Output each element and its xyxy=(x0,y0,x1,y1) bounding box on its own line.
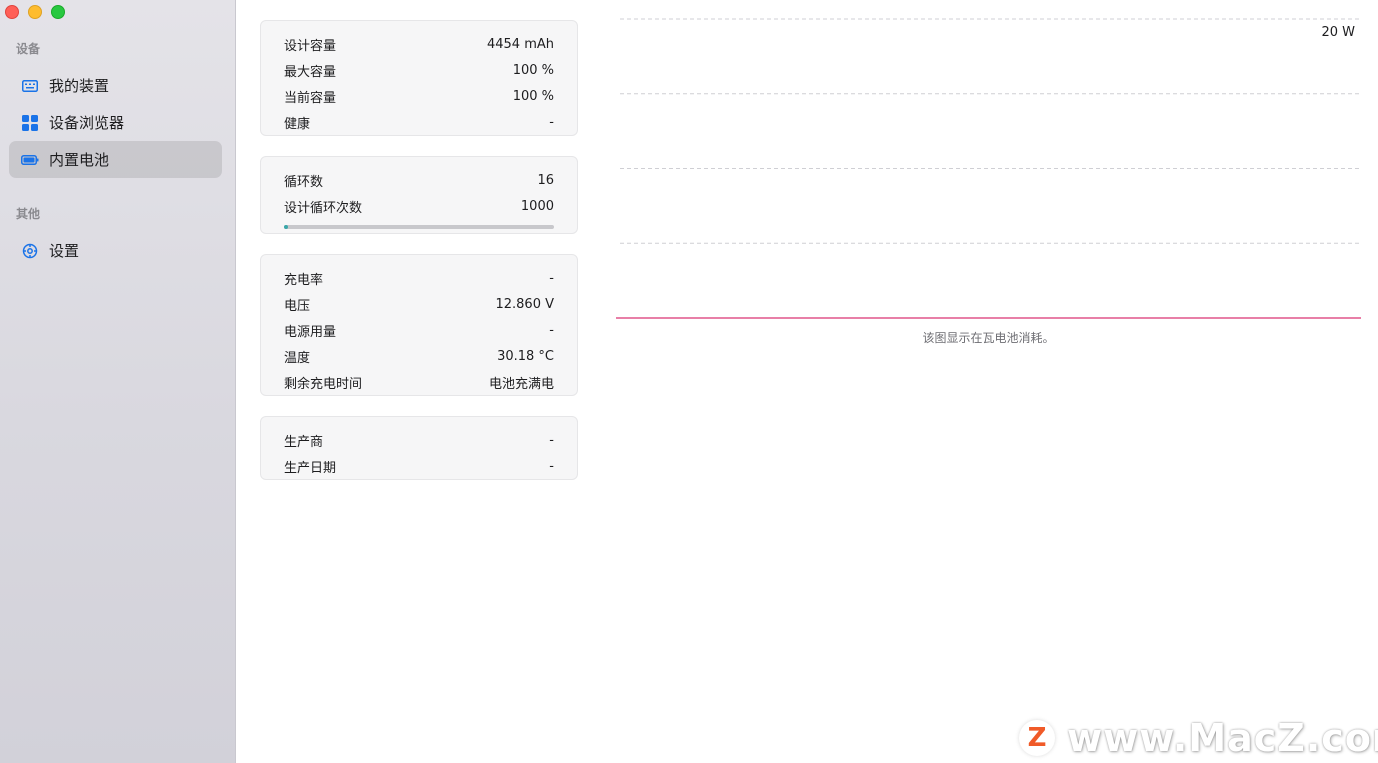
close-button[interactable] xyxy=(5,5,19,19)
row-value: 16 xyxy=(537,172,554,188)
power-chart: 20 W 该图显示在瓦电池消耗。 xyxy=(616,0,1361,350)
window-controls xyxy=(5,5,65,19)
battery-icon xyxy=(21,151,39,169)
section-label-devices: 设备 xyxy=(16,42,41,56)
row-value: 1000 xyxy=(520,198,554,214)
sidebar-item-device-browser[interactable]: 设备浏览器 xyxy=(9,104,222,141)
row-value: 4454 mAh xyxy=(486,36,554,52)
cycle-progress-fill xyxy=(284,225,289,229)
row-remaining-time: 剩余充电时间 电池充满电 xyxy=(284,369,554,395)
row-manufacture-date: 生产日期 - xyxy=(284,453,554,479)
section-label-other: 其他 xyxy=(16,207,41,221)
chart-caption: 该图显示在瓦电池消耗。 xyxy=(922,331,1055,345)
row-label: 电源用量 xyxy=(284,324,337,340)
minimize-button[interactable] xyxy=(28,5,42,19)
row-power-usage: 电源用量 - xyxy=(284,317,554,343)
watermark-text: www.MacZ.com xyxy=(1067,716,1378,760)
row-value: 30.18 °C xyxy=(497,348,554,364)
capacity-card: 设计容量 4454 mAh 最大容量 100 % 当前容量 100 % 健康 - xyxy=(260,20,578,136)
watermark: Z www.MacZ.com xyxy=(1019,716,1378,760)
row-value: - xyxy=(549,270,554,286)
row-label: 温度 xyxy=(284,350,311,366)
row-temperature: 温度 30.18 °C xyxy=(284,343,554,369)
cycle-progress-bar xyxy=(284,225,554,229)
row-label: 当前容量 xyxy=(284,90,337,106)
sidebar-item-label: 设备浏览器 xyxy=(49,114,125,132)
zoom-button[interactable] xyxy=(51,5,65,19)
row-value: 电池充满电 xyxy=(488,376,554,392)
keyboard-icon xyxy=(21,77,39,95)
row-label: 剩余充电时间 xyxy=(284,376,363,392)
row-value: 100 % xyxy=(512,62,554,78)
row-label: 健康 xyxy=(284,116,311,132)
sidebar-item-label: 设置 xyxy=(49,242,80,260)
row-design-cycles: 设计循环次数 1000 xyxy=(284,193,554,219)
row-current-capacity: 当前容量 100 % xyxy=(284,83,554,109)
row-health: 健康 - xyxy=(284,109,554,135)
chart-y-max-label: 20 W xyxy=(1321,25,1355,40)
row-label: 充电率 xyxy=(284,272,324,288)
power-chart-svg xyxy=(616,18,1361,319)
row-label: 设计容量 xyxy=(284,38,337,54)
row-manufacturer: 生产商 - xyxy=(284,427,554,453)
grid-icon xyxy=(21,114,39,132)
row-label: 循环数 xyxy=(284,174,324,190)
row-label: 生产日期 xyxy=(284,460,337,476)
power-card: 充电率 - 电压 12.860 V 电源用量 - 温度 30.18 °C 剩余充… xyxy=(260,254,578,396)
row-label: 最大容量 xyxy=(284,64,337,80)
app-window: 设备 我的装置 设备浏览器 内置电池 其他 设置 设计容量 4454 mAh 最… xyxy=(0,0,1378,763)
sidebar: 设备 我的装置 设备浏览器 内置电池 其他 设置 xyxy=(0,0,236,763)
row-charge-rate: 充电率 - xyxy=(284,265,554,291)
sidebar-item-builtin-battery[interactable]: 内置电池 xyxy=(9,141,222,178)
sidebar-item-my-device[interactable]: 我的装置 xyxy=(9,67,222,104)
sidebar-item-settings[interactable]: 设置 xyxy=(9,232,222,269)
watermark-logo: Z xyxy=(1019,720,1055,756)
row-voltage: 电压 12.860 V xyxy=(284,291,554,317)
row-max-capacity: 最大容量 100 % xyxy=(284,57,554,83)
row-design-capacity: 设计容量 4454 mAh xyxy=(284,31,554,57)
row-value: 12.860 V xyxy=(495,296,554,312)
sidebar-item-label: 我的装置 xyxy=(49,77,110,95)
sidebar-item-label: 内置电池 xyxy=(49,151,110,169)
row-value: - xyxy=(549,114,554,130)
cycle-card: 循环数 16 设计循环次数 1000 xyxy=(260,156,578,234)
gear-icon xyxy=(21,242,39,260)
row-label: 设计循环次数 xyxy=(284,200,363,216)
row-value: 100 % xyxy=(512,88,554,104)
row-label: 生产商 xyxy=(284,434,324,450)
row-label: 电压 xyxy=(284,298,311,314)
row-cycle-count: 循环数 16 xyxy=(284,167,554,193)
row-value: - xyxy=(549,458,554,474)
row-value: - xyxy=(549,322,554,338)
maker-card: 生产商 - 生产日期 - xyxy=(260,416,578,480)
row-value: - xyxy=(549,432,554,448)
